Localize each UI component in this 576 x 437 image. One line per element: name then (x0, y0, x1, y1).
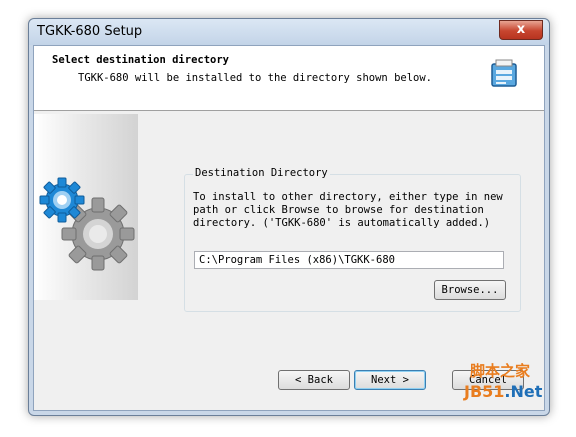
close-button[interactable]: x (499, 20, 543, 40)
watermark-text-en: JB51.Net (464, 382, 542, 401)
browse-button[interactable]: Browse... (434, 280, 506, 300)
destination-legend: Destination Directory (193, 167, 330, 179)
next-button[interactable]: Next > (354, 370, 426, 390)
destination-path-input[interactable] (194, 251, 504, 269)
watermark-text-jb51: JB51 (464, 382, 505, 401)
page-subtitle: TGKK-680 will be installed to the direct… (78, 72, 433, 84)
title-bar[interactable]: TGKK-680 Setup x (29, 19, 549, 45)
dialog-body: Select destination directory TGKK-680 wi… (33, 45, 545, 411)
gears-icon (39, 177, 135, 271)
header-panel: Select destination directory TGKK-680 wi… (34, 46, 544, 111)
watermark: 脚本之家 JB51.Net (462, 360, 542, 406)
setup-window: TGKK-680 Setup x Select destination dire… (28, 18, 550, 416)
watermark-text-net: .Net (504, 382, 543, 401)
watermark-text-cn: 脚本之家 (470, 362, 531, 380)
side-banner (34, 114, 138, 300)
destination-description: To install to other directory, either ty… (193, 191, 503, 229)
back-button[interactable]: < Back (278, 370, 350, 390)
window-title: TGKK-680 Setup (37, 24, 143, 39)
installer-box-icon (491, 59, 517, 87)
page-title: Select destination directory (52, 54, 230, 66)
